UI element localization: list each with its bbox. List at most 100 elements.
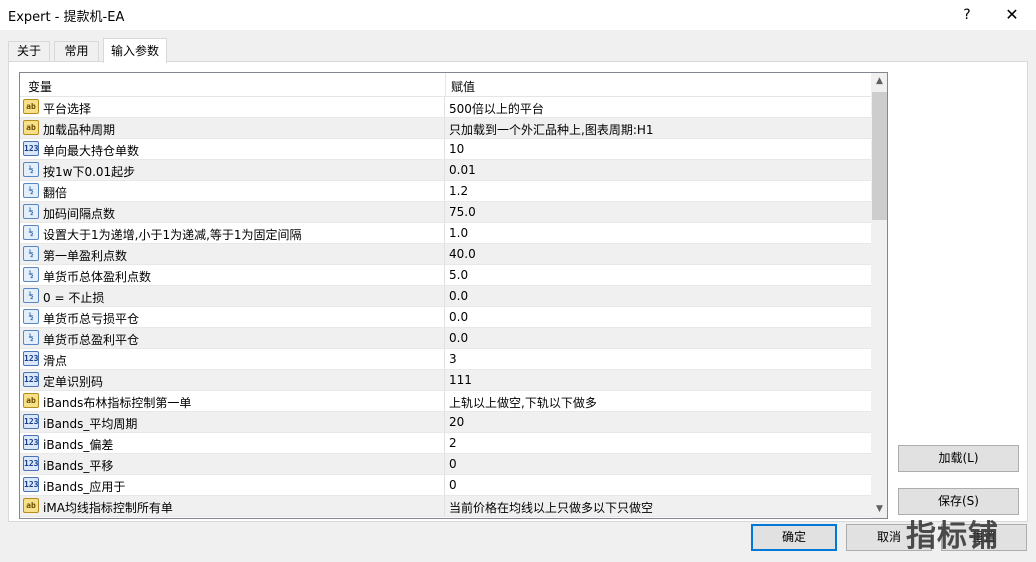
- integer-type-icon: 123: [23, 372, 39, 387]
- value-cell[interactable]: 0.0: [449, 310, 468, 324]
- parameters-grid: 变量 赋值 ab 平台选择 500倍以上的平台 ab 加载品种周期 只加载到一个外汇品种上…: [19, 72, 888, 519]
- variable-cell[interactable]: ½ 单货币总盈利平仓: [20, 328, 445, 348]
- close-button[interactable]: ✕: [994, 2, 1030, 28]
- variable-name: 0 = 不止损: [43, 291, 105, 305]
- scrollbar-thumb[interactable]: [872, 92, 887, 220]
- table-row[interactable]: ½ 单货币总盈利平仓 0.0: [20, 328, 871, 349]
- value-cell[interactable]: 75.0: [449, 205, 476, 219]
- value-cell[interactable]: 只加载到一个外汇品种上,图表周期:H1: [449, 121, 654, 138]
- column-divider[interactable]: [445, 73, 446, 97]
- table-row[interactable]: 123 滑点 3: [20, 349, 871, 370]
- variable-cell[interactable]: ab iMA均线指标控制所有单: [20, 496, 445, 516]
- ok-button[interactable]: 确定: [751, 524, 837, 551]
- table-row[interactable]: 123 单向最大持仓单数 10: [20, 139, 871, 160]
- table-row[interactable]: ½ 0 = 不止损 0.0: [20, 286, 871, 307]
- variable-cell[interactable]: ab 平台选择: [20, 97, 445, 117]
- column-header-variable[interactable]: 变量: [28, 78, 52, 95]
- variable-name: 按1w下0.01起步: [43, 165, 136, 179]
- value-cell[interactable]: 0: [449, 478, 457, 492]
- variable-cell[interactable]: ½ 加码间隔点数: [20, 202, 445, 222]
- tab-inputs[interactable]: 输入参数: [103, 38, 167, 63]
- table-row[interactable]: 123 iBands_平均周期 20: [20, 412, 871, 433]
- integer-type-icon: 123: [23, 477, 39, 492]
- variable-name: iBands布林指标控制第一单: [43, 396, 192, 410]
- variable-cell[interactable]: ½ 设置大于1为递增,小于1为递减,等于1为固定间隔: [20, 223, 445, 243]
- variable-cell[interactable]: 123 iBands_平移: [20, 454, 445, 474]
- value-cell[interactable]: 0.01: [449, 163, 476, 177]
- variable-cell[interactable]: ½ 单货币总体盈利点数: [20, 265, 445, 285]
- value-cell[interactable]: 0.0: [449, 331, 468, 345]
- variable-cell[interactable]: 123 iBands_平均周期: [20, 412, 445, 432]
- integer-type-icon: 123: [23, 351, 39, 366]
- window-title: Expert - 提款机-EA: [8, 10, 125, 25]
- table-row[interactable]: 123 iBands_偏差 2: [20, 433, 871, 454]
- table-row[interactable]: ½ 翻倍 1.2: [20, 181, 871, 202]
- integer-type-icon: 123: [23, 456, 39, 471]
- table-row[interactable]: ab 加载品种周期 只加载到一个外汇品种上,图表周期:H1: [20, 118, 871, 139]
- variable-cell[interactable]: 123 单向最大持仓单数: [20, 139, 445, 159]
- tab-about[interactable]: 关于: [8, 41, 50, 62]
- table-row[interactable]: ½ 单货币总亏损平仓 0.0: [20, 307, 871, 328]
- string-type-icon: ab: [23, 120, 39, 135]
- table-row[interactable]: ½ 单货币总体盈利点数 5.0: [20, 265, 871, 286]
- column-header-value[interactable]: 赋值: [451, 78, 475, 95]
- table-row[interactable]: ab iMA均线指标控制所有单 当前价格在均线以上只做多以下只做空: [20, 496, 871, 517]
- value-cell[interactable]: 2: [449, 436, 457, 450]
- variable-name: 滑点: [43, 354, 68, 368]
- tab-common[interactable]: 常用: [54, 41, 99, 62]
- table-row[interactable]: 123 iBands_应用于 0: [20, 475, 871, 496]
- scroll-down-icon[interactable]: ▼: [871, 501, 887, 518]
- variable-cell[interactable]: ½ 翻倍: [20, 181, 445, 201]
- value-cell[interactable]: 3: [449, 352, 457, 366]
- variable-cell[interactable]: ½ 0 = 不止损: [20, 286, 445, 306]
- value-cell[interactable]: 0: [449, 457, 457, 471]
- double-type-icon: ½: [23, 309, 39, 324]
- save-button[interactable]: 保存(S): [898, 488, 1019, 515]
- variable-name: 翻倍: [43, 186, 68, 200]
- help-button[interactable]: ?: [950, 2, 984, 28]
- table-row[interactable]: 123 定单识别码 111: [20, 370, 871, 391]
- value-cell[interactable]: 0.0: [449, 289, 468, 303]
- variable-cell[interactable]: 123 iBands_应用于: [20, 475, 445, 495]
- variable-name: iBands_偏差: [43, 438, 114, 452]
- load-button[interactable]: 加载(L): [898, 445, 1019, 472]
- table-row[interactable]: ½ 加码间隔点数 75.0: [20, 202, 871, 223]
- variable-cell[interactable]: ab iBands布林指标控制第一单: [20, 391, 445, 411]
- double-type-icon: ½: [23, 246, 39, 261]
- value-cell[interactable]: 1.0: [449, 226, 468, 240]
- watermark-logo: 指标铺: [906, 519, 999, 554]
- value-cell[interactable]: 40.0: [449, 247, 476, 261]
- integer-type-icon: 123: [23, 435, 39, 450]
- double-type-icon: ½: [23, 288, 39, 303]
- value-cell[interactable]: 111: [449, 373, 472, 387]
- string-type-icon: ab: [23, 99, 39, 114]
- variable-cell[interactable]: ½ 按1w下0.01起步: [20, 160, 445, 180]
- table-row[interactable]: ½ 设置大于1为递增,小于1为递减,等于1为固定间隔 1.0: [20, 223, 871, 244]
- vertical-scrollbar[interactable]: ▲ ▼: [871, 73, 887, 518]
- value-cell[interactable]: 1.2: [449, 184, 468, 198]
- scroll-up-icon[interactable]: ▲: [871, 73, 887, 90]
- value-cell[interactable]: 10: [449, 142, 464, 156]
- table-row[interactable]: 123 iBands_平移 0: [20, 454, 871, 475]
- double-type-icon: ½: [23, 225, 39, 240]
- table-row[interactable]: ab iBands布林指标控制第一单 上轨以上做空,下轨以下做多: [20, 391, 871, 412]
- value-cell[interactable]: 5.0: [449, 268, 468, 282]
- table-row[interactable]: ½ 按1w下0.01起步 0.01: [20, 160, 871, 181]
- table-row[interactable]: ½ 第一单盈利点数 40.0: [20, 244, 871, 265]
- value-cell[interactable]: 20: [449, 415, 464, 429]
- variable-name: 定单识别码: [43, 375, 104, 389]
- variable-cell[interactable]: 123 iBands_偏差: [20, 433, 445, 453]
- variable-cell[interactable]: ½ 单货币总亏损平仓: [20, 307, 445, 327]
- table-row[interactable]: ab 平台选择 500倍以上的平台: [20, 97, 871, 118]
- variable-name: 加载品种周期: [43, 123, 116, 137]
- variable-cell[interactable]: 123 定单识别码: [20, 370, 445, 390]
- value-cell[interactable]: 500倍以上的平台: [449, 100, 544, 117]
- variable-name: 平台选择: [43, 102, 92, 116]
- value-cell[interactable]: 上轨以上做空,下轨以下做多: [449, 394, 597, 411]
- grid-header: 变量 赋值: [20, 73, 871, 97]
- variable-cell[interactable]: ½ 第一单盈利点数: [20, 244, 445, 264]
- string-type-icon: ab: [23, 393, 39, 408]
- value-cell[interactable]: 当前价格在均线以上只做多以下只做空: [449, 499, 653, 516]
- variable-cell[interactable]: ab 加载品种周期: [20, 118, 445, 138]
- variable-cell[interactable]: 123 滑点: [20, 349, 445, 369]
